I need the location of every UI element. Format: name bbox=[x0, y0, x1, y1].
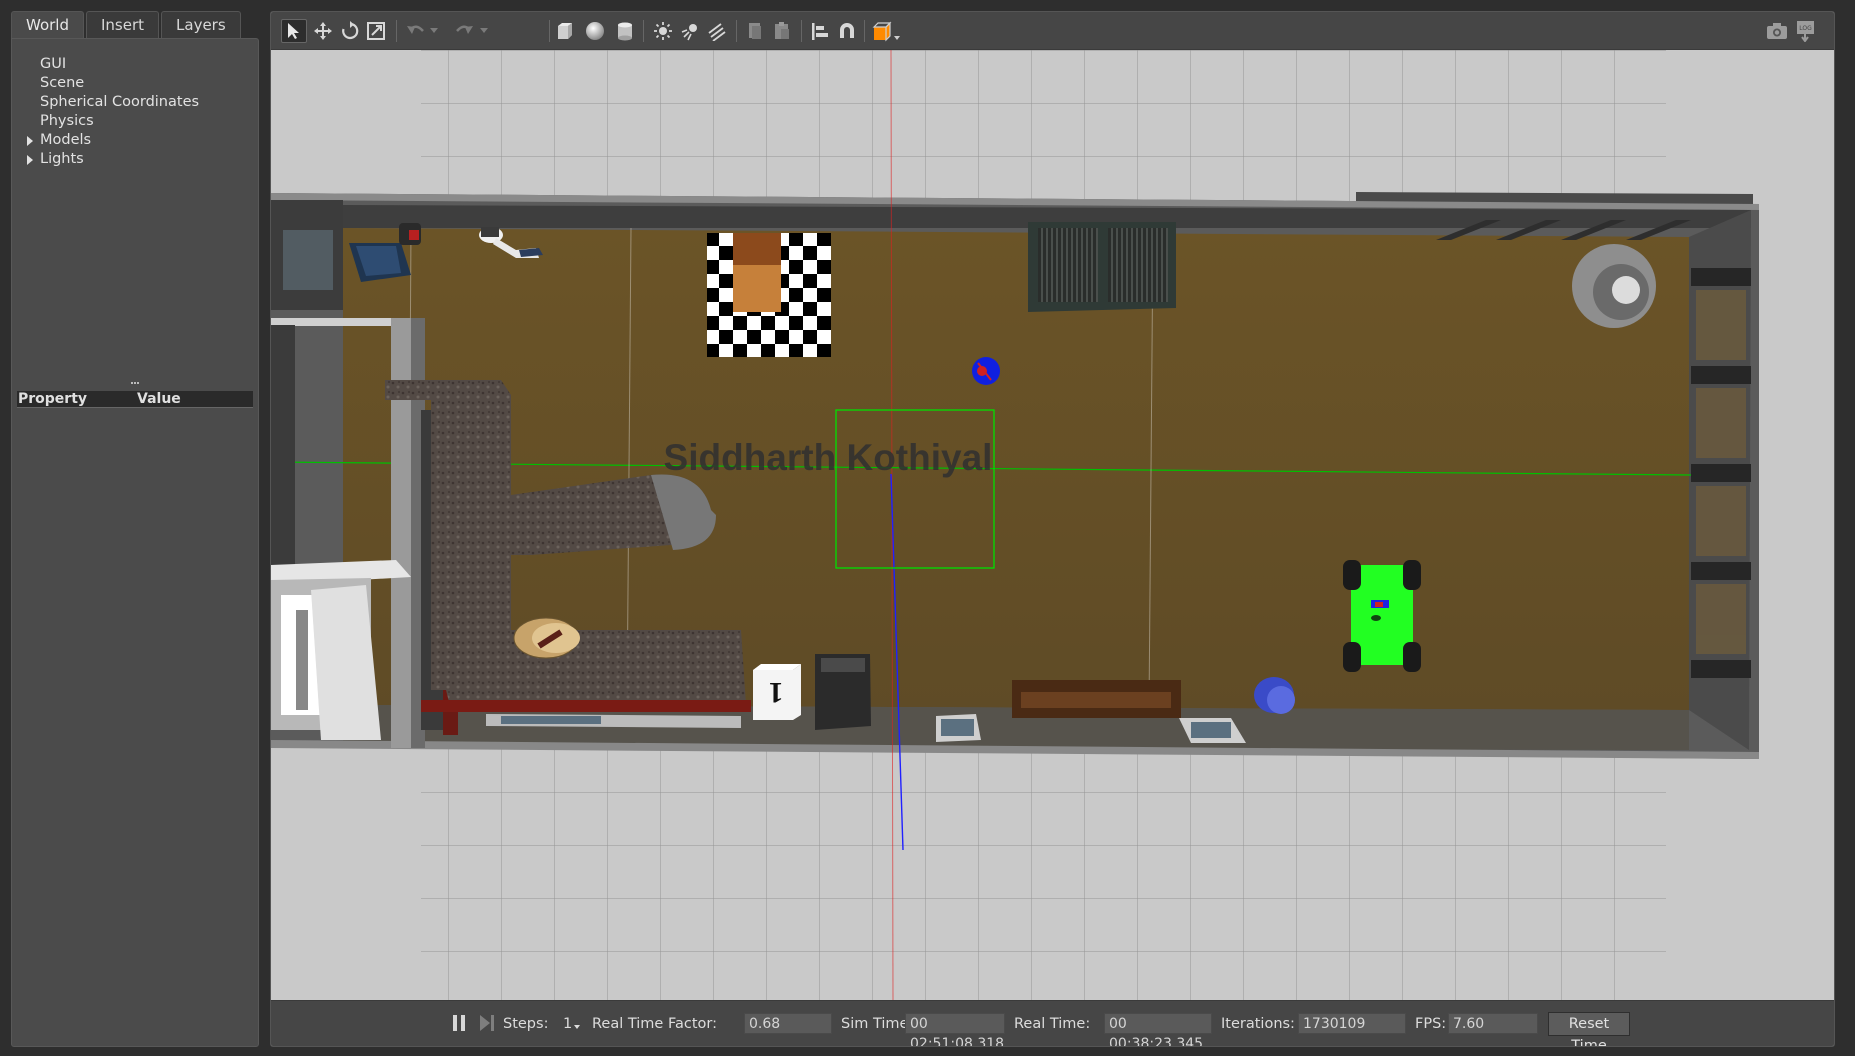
tree-item-label: Spherical Coordinates bbox=[40, 94, 200, 110]
copy-icon[interactable] bbox=[742, 19, 768, 43]
tree-item-label: GUI bbox=[40, 56, 67, 72]
step-icon[interactable] bbox=[474, 1011, 500, 1035]
box-label: 1 bbox=[769, 676, 784, 709]
tab-insert[interactable]: Insert bbox=[86, 11, 160, 38]
property-column-header: Property bbox=[18, 391, 88, 407]
toolbar-separator bbox=[643, 20, 644, 42]
toolbar: LOG bbox=[271, 12, 1834, 50]
tree-item-lights[interactable]: Lights bbox=[27, 151, 84, 167]
real-time-factor-label: Real Time Factor: bbox=[592, 1016, 717, 1032]
undo-history-icon[interactable] bbox=[427, 19, 441, 43]
render-window: LOG Siddharth Kothiyal 1 Steps: 1 Real T… bbox=[270, 11, 1835, 1047]
tree-item-physics[interactable]: Physics bbox=[40, 113, 94, 129]
directional-light-icon[interactable] bbox=[704, 19, 730, 43]
log-label: LOG bbox=[1799, 25, 1812, 32]
tab-layers[interactable]: Layers bbox=[161, 11, 241, 38]
left-panel-collapse-handle[interactable]: ⋮ bbox=[271, 528, 275, 542]
tree-item-scene[interactable]: Scene bbox=[40, 75, 84, 91]
undo-icon[interactable] bbox=[403, 19, 429, 43]
property-table-header: Property Value bbox=[17, 391, 253, 408]
sim-time-label: Sim Time: bbox=[841, 1016, 914, 1032]
toolbar-separator bbox=[864, 20, 865, 42]
rotate-icon[interactable] bbox=[337, 19, 363, 43]
3d-viewport[interactable]: Siddharth Kothiyal 1 bbox=[271, 49, 1835, 1001]
spot-light-icon[interactable] bbox=[678, 19, 704, 43]
world-tree: GUI Scene Spherical Coordinates Physics … bbox=[11, 38, 259, 1047]
box-icon[interactable] bbox=[552, 19, 578, 43]
align-icon[interactable] bbox=[807, 19, 833, 43]
pause-icon[interactable] bbox=[446, 1011, 472, 1035]
steps-dropdown-icon[interactable] bbox=[574, 1025, 580, 1029]
toolbar-separator bbox=[396, 20, 397, 42]
expand-arrow-icon[interactable] bbox=[27, 155, 33, 165]
point-light-icon[interactable] bbox=[650, 19, 676, 43]
redo-icon[interactable] bbox=[451, 19, 477, 43]
toolbar-separator bbox=[736, 20, 737, 42]
sim-time-field: 00 02:51:08.318 bbox=[905, 1013, 1005, 1046]
panel-splitter-handle[interactable] bbox=[131, 382, 139, 386]
toolbar-separator bbox=[549, 20, 550, 42]
simulation-status-bar: Steps: 1 Real Time Factor: 0.68 Sim Time… bbox=[271, 1000, 1834, 1046]
steps-spinner[interactable]: 1 bbox=[563, 1016, 572, 1032]
reset-time-button[interactable]: Reset Time bbox=[1548, 1012, 1630, 1046]
iterations-field: 1730109 bbox=[1298, 1013, 1406, 1034]
tree-item-label: Scene bbox=[40, 75, 85, 91]
tree-item-label: Models bbox=[40, 132, 92, 148]
redo-history-icon[interactable] bbox=[477, 19, 491, 43]
view-angle-icon[interactable] bbox=[870, 19, 902, 43]
scale-icon[interactable] bbox=[363, 19, 389, 43]
tree-item-spherical-coordinates[interactable]: Spherical Coordinates bbox=[40, 94, 199, 110]
right-panel-collapse-handle[interactable]: ⋮ bbox=[1829, 528, 1834, 542]
select-icon[interactable] bbox=[281, 19, 307, 43]
cylinder-icon[interactable] bbox=[612, 19, 638, 43]
fps-field: 7.60 bbox=[1448, 1013, 1538, 1034]
paste-icon[interactable] bbox=[769, 19, 795, 43]
panel-tabs: World Insert Layers bbox=[11, 11, 243, 38]
toolbar-separator bbox=[801, 20, 802, 42]
value-column-header: Value bbox=[137, 391, 181, 407]
snap-icon[interactable] bbox=[834, 19, 860, 43]
log-icon[interactable]: LOG bbox=[1793, 19, 1819, 43]
fps-label: FPS: bbox=[1415, 1016, 1447, 1032]
real-time-field: 00 00:38:23.345 bbox=[1104, 1013, 1212, 1046]
tree-item-label: Lights bbox=[40, 151, 84, 167]
expand-arrow-icon[interactable] bbox=[27, 136, 33, 146]
tree-item-label: Physics bbox=[40, 113, 94, 129]
watermark-text: Siddharth Kothiyal bbox=[664, 437, 993, 478]
scene-canvas[interactable]: Siddharth Kothiyal 1 bbox=[271, 49, 1835, 1001]
screenshot-icon[interactable] bbox=[1764, 19, 1790, 43]
tab-world[interactable]: World bbox=[11, 11, 84, 38]
steps-label: Steps: bbox=[503, 1016, 549, 1032]
sphere-icon[interactable] bbox=[582, 19, 608, 43]
left-panel: World Insert Layers GUI Scene Spherical … bbox=[11, 11, 259, 1047]
iterations-label: Iterations: bbox=[1221, 1016, 1295, 1032]
tree-item-gui[interactable]: GUI bbox=[40, 56, 66, 72]
translate-icon[interactable] bbox=[310, 19, 336, 43]
real-time-factor-field: 0.68 bbox=[744, 1013, 832, 1034]
tree-item-models[interactable]: Models bbox=[27, 132, 92, 148]
real-time-label: Real Time: bbox=[1014, 1016, 1091, 1032]
